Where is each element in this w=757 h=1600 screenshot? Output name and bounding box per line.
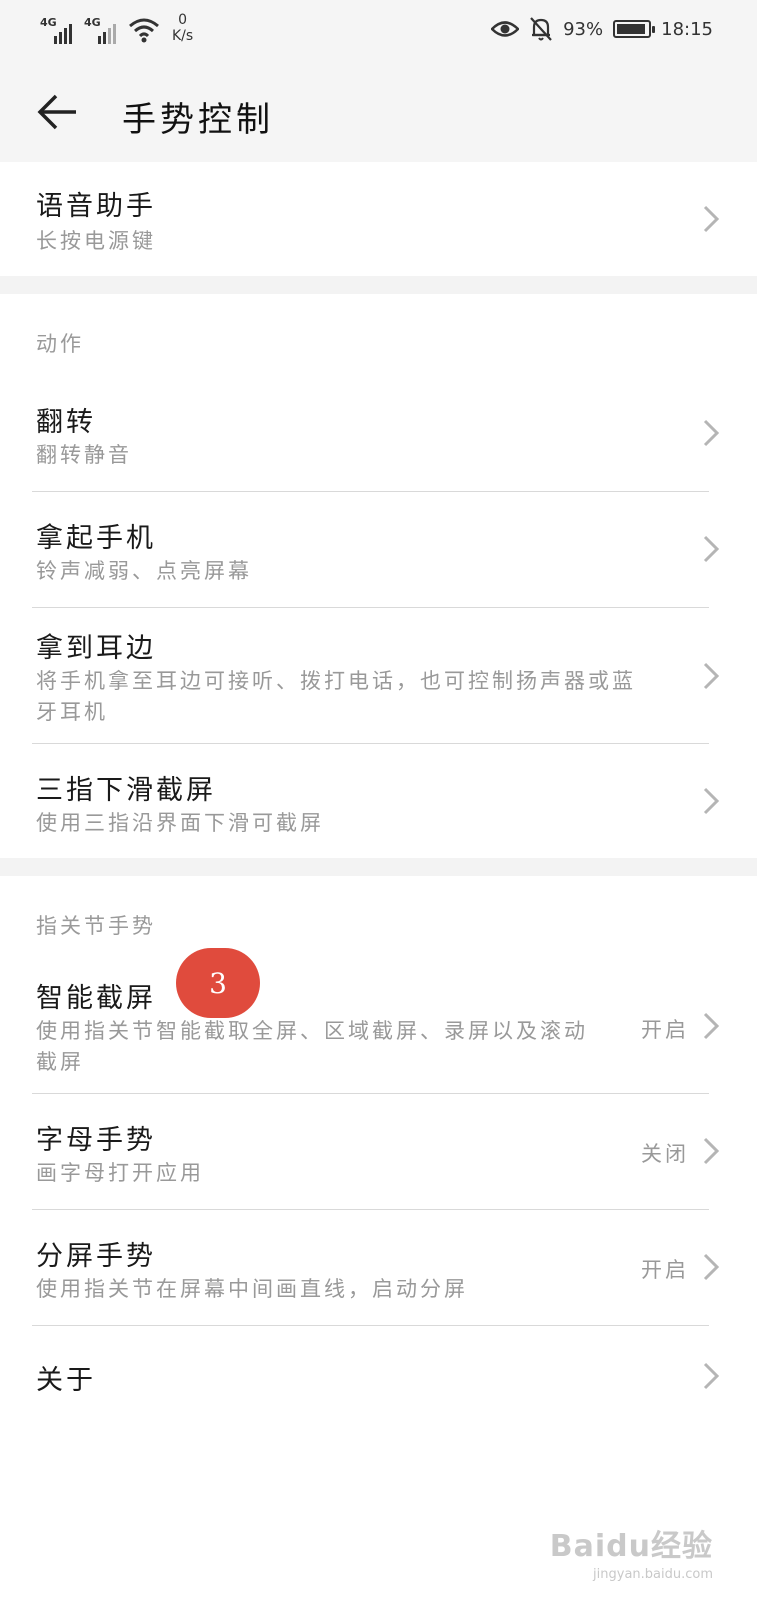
section-header-actions: 动作	[36, 332, 84, 356]
section-header-knuckle: 指关节手势	[36, 914, 156, 938]
battery-percent: 93%	[563, 18, 604, 40]
row-title: 三指下滑截屏	[36, 775, 216, 806]
chevron-right-icon	[703, 205, 720, 233]
status-left: 4G 4G 0 K/s	[40, 12, 193, 44]
list-item-flip[interactable]: 翻转 翻转静音	[0, 376, 757, 492]
row-subtitle: 翻转静音	[36, 443, 132, 467]
row-state: 开启	[641, 1018, 689, 1042]
row-subtitle: 铃声减弱、点亮屏幕	[36, 559, 252, 583]
status-right: 93% 18:15	[491, 16, 713, 42]
eye-comfort-icon	[491, 21, 520, 37]
watermark: Baidu经验 jingyan.baidu.com	[550, 1521, 713, 1582]
speed-value: 0	[178, 12, 188, 28]
chevron-right-icon	[703, 1253, 720, 1281]
bell-muted-icon	[530, 17, 552, 41]
list-item-smart-screenshot[interactable]: 智能截屏 使用指关节智能截取全屏、区域截屏、录屏以及滚动截屏 开启	[0, 958, 757, 1093]
chevron-right-icon	[703, 1362, 720, 1390]
network-speed: 0 K/s	[172, 12, 193, 44]
chevron-right-icon	[703, 1137, 720, 1165]
chevron-right-icon	[703, 419, 720, 447]
row-title: 字母手势	[36, 1125, 156, 1156]
row-title: 拿起手机	[36, 523, 156, 554]
chevron-right-icon	[703, 1012, 720, 1040]
row-title: 拿到耳边	[36, 633, 156, 664]
row-title: 智能截屏	[36, 983, 156, 1014]
chevron-right-icon	[703, 535, 720, 563]
row-state: 开启	[641, 1258, 689, 1282]
row-title: 语音助手	[36, 191, 156, 222]
section-gap	[0, 276, 757, 294]
row-state: 关闭	[641, 1142, 689, 1166]
row-title: 分屏手势	[36, 1241, 156, 1272]
row-subtitle: 长按电源键	[36, 229, 156, 253]
list-item-split-screen-gesture[interactable]: 分屏手势 使用指关节在屏幕中间画直线，启动分屏 开启	[0, 1210, 757, 1325]
page-title: 手势控制	[122, 100, 274, 140]
watermark-logo: Baidu经验	[549, 1529, 713, 1564]
cell-signal-1-icon: 4G	[40, 14, 78, 44]
row-subtitle: 使用指关节智能截取全屏、区域截屏、录屏以及滚动截屏	[36, 1019, 588, 1074]
row-subtitle: 将手机拿至耳边可接听、拨打电话，也可控制扬声器或蓝牙耳机	[36, 669, 636, 724]
wifi-icon	[129, 18, 159, 43]
clock: 18:15	[661, 18, 713, 40]
list-item-pick-up[interactable]: 拿起手机 铃声减弱、点亮屏幕	[0, 492, 757, 607]
cell-signal-2-icon: 4G	[84, 14, 122, 44]
row-subtitle: 使用三指沿界面下滑可截屏	[36, 811, 324, 835]
list-item-raise-to-ear[interactable]: 拿到耳边 将手机拿至耳边可接听、拨打电话，也可控制扬声器或蓝牙耳机	[0, 608, 757, 743]
chevron-right-icon	[703, 662, 720, 690]
list-item-three-finger-screenshot[interactable]: 三指下滑截屏 使用三指沿界面下滑可截屏	[0, 744, 757, 858]
row-title: 翻转	[36, 407, 96, 438]
watermark-url: jingyan.baidu.com	[593, 1567, 713, 1582]
chevron-right-icon	[703, 787, 720, 815]
row-title: 关于	[36, 1365, 96, 1396]
list-item-letter-gesture[interactable]: 字母手势 画字母打开应用 关闭	[0, 1094, 757, 1209]
voice-assistant-row[interactable]: 语音助手 长按电源键	[0, 162, 757, 276]
status-bar: 4G 4G 0 K/s 93% 18:15	[0, 0, 757, 62]
battery-icon	[613, 20, 656, 38]
app-bar: 手势控制	[0, 62, 757, 162]
back-arrow-icon[interactable]	[34, 88, 82, 136]
step-number-badge: 3	[176, 948, 260, 1018]
section-gap	[0, 858, 757, 876]
battery-fill	[617, 24, 646, 34]
speed-unit: K/s	[172, 28, 194, 44]
row-subtitle: 画字母打开应用	[36, 1161, 204, 1185]
row-subtitle: 使用指关节在屏幕中间画直线，启动分屏	[36, 1277, 468, 1301]
list-item-about[interactable]: 关于	[0, 1326, 757, 1426]
